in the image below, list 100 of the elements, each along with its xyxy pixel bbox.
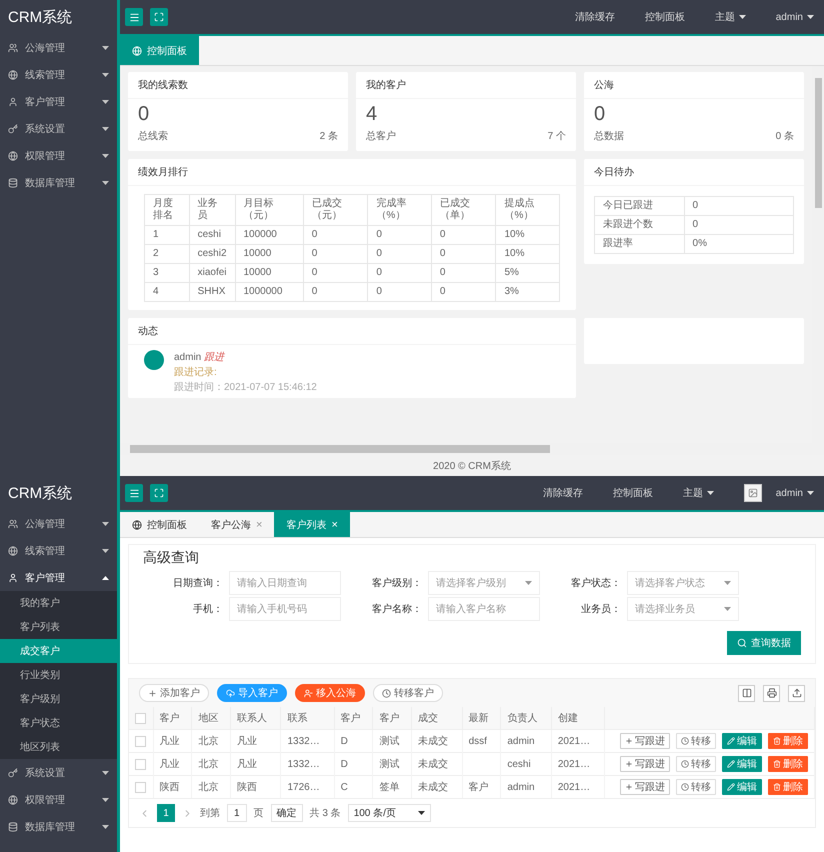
checkbox[interactable] (135, 736, 146, 746)
sidebar-item[interactable]: 数据库管理 (0, 169, 117, 196)
row-action-button[interactable]: 删除 (768, 756, 808, 772)
table-cell: 未成交 (412, 752, 462, 776)
printer-icon (766, 688, 776, 698)
print-button[interactable] (763, 684, 780, 702)
user-icon (8, 572, 18, 582)
table-cell: 未成交 (412, 776, 462, 798)
row-action-button[interactable]: 删除 (768, 733, 808, 749)
sidebar-subitem[interactable]: 客户列表 (0, 615, 117, 639)
sidebar-item[interactable]: 线索管理 (0, 61, 117, 88)
search-icon (737, 638, 747, 648)
plus-icon (625, 760, 633, 768)
header-link[interactable]: 清除缓存 (542, 486, 583, 500)
table-cell: 10000 (235, 264, 304, 282)
caret-icon (102, 522, 109, 526)
header-link[interactable]: 主题 (682, 486, 714, 500)
row-action-button[interactable]: 编辑 (722, 733, 762, 749)
sidebar-subitem[interactable]: 行业类别 (0, 663, 117, 687)
row-action-button[interactable]: 转移 (676, 779, 716, 795)
user-minus-icon (304, 688, 313, 698)
menu-button[interactable] (125, 8, 143, 26)
page-tab[interactable]: 客户公海 × (199, 512, 274, 537)
clock-icon (681, 760, 689, 768)
query-button[interactable]: 查询数据 (727, 631, 801, 655)
row-action-button[interactable]: 编辑 (722, 779, 762, 795)
table-cell: 签单 (372, 776, 412, 798)
table-cell: 北京 (192, 752, 230, 776)
caret-icon (102, 154, 109, 158)
header-link[interactable]: 控制面板 (612, 486, 653, 500)
columns-icon (742, 688, 752, 698)
table-cell: 跟进率 (594, 234, 684, 254)
sidebar-item[interactable]: 数据库管理 (0, 813, 117, 840)
pencil-icon (727, 783, 735, 791)
menu-icon (128, 488, 140, 498)
row-action-button[interactable]: 删除 (768, 779, 808, 795)
table-cell: 10% (496, 244, 560, 264)
table-header: 最新 (462, 707, 501, 730)
sidebar-item[interactable]: 系统设置 (0, 115, 117, 142)
row-action-button[interactable]: 写跟进 (620, 733, 670, 749)
checkbox[interactable] (135, 758, 146, 770)
fullscreen-button[interactable] (150, 8, 168, 26)
header-link[interactable]: 控制面板 (644, 10, 685, 24)
sidebar-item[interactable]: 客户管理 (0, 564, 117, 591)
header-link[interactable]: admin (776, 12, 814, 22)
sidebar-item[interactable]: 线索管理 (0, 537, 117, 564)
row-action-button[interactable]: 编辑 (722, 756, 762, 772)
row-action-button[interactable]: 写跟进 (620, 779, 670, 795)
toolbar-button[interactable]: 转移客户 (373, 684, 443, 702)
caret-icon (418, 811, 425, 815)
globe-icon (8, 794, 18, 804)
globe-icon (8, 150, 18, 160)
sidebar-subitem[interactable]: 客户状态 (0, 711, 117, 735)
sidebar-item[interactable]: 权限管理 (0, 786, 117, 813)
sidebar-item[interactable]: 系统设置 (0, 759, 117, 786)
table-cell: 2021… (551, 730, 604, 752)
sidebar-subitem[interactable]: 地区列表 (0, 735, 117, 759)
table-cell: 0 (368, 226, 432, 244)
card-title: 动态 (128, 318, 576, 345)
row-action-button[interactable]: 转移 (676, 756, 716, 772)
sidebar-subitem[interactable]: 成交客户 (0, 639, 117, 663)
card-title: 绩效月排行 (128, 159, 576, 186)
table-cell: 客户 (462, 776, 501, 798)
sidebar-subitem[interactable]: 我的客户 (0, 591, 117, 615)
sidebar-item[interactable]: 公海管理 (0, 34, 117, 61)
table-cell: C (334, 776, 373, 798)
caret-icon (102, 46, 109, 50)
table-header: 月目标（元） (235, 194, 304, 226)
row-action-button[interactable]: 转移 (676, 733, 716, 749)
tab-close[interactable]: × (331, 518, 338, 530)
page-tab[interactable]: 控制面板 (120, 512, 199, 537)
confirm-button[interactable]: 确定 (270, 804, 303, 822)
page-size-select[interactable]: 100 条/页 (348, 804, 431, 822)
columns-button[interactable] (738, 684, 755, 702)
fullscreen-button[interactable] (150, 484, 168, 502)
sidebar-item[interactable]: 客户管理 (0, 88, 117, 115)
globe-icon (132, 46, 142, 56)
table-header: 提成点（%） (496, 194, 560, 226)
row-action-button[interactable]: 写跟进 (620, 756, 670, 772)
toolbar-button[interactable]: 移入公海 (295, 684, 365, 702)
page-tab[interactable]: 控制面板 (120, 36, 199, 65)
fullscreen-icon (154, 488, 164, 498)
header-link[interactable]: 主题 (714, 10, 746, 24)
header-link[interactable]: 清除缓存 (574, 10, 615, 24)
page-number[interactable]: 1 (157, 804, 175, 822)
sidebar-item[interactable]: 公海管理 (0, 510, 117, 537)
page-input[interactable]: 1 (227, 804, 247, 822)
checkbox[interactable] (135, 782, 146, 792)
table-header: 成交 (412, 707, 462, 730)
table-cell: 0 (368, 264, 432, 282)
sidebar-subitem[interactable]: 客户级别 (0, 687, 117, 711)
page-tab[interactable]: 客户列表 × (274, 512, 350, 537)
menu-button[interactable] (125, 484, 143, 502)
header-link[interactable]: admin (744, 484, 814, 502)
checkbox[interactable] (135, 712, 146, 724)
sidebar-item[interactable]: 权限管理 (0, 142, 117, 169)
toolbar-button[interactable]: 添加客户 (139, 684, 209, 702)
table-header: 联系 (280, 707, 334, 730)
table-header: 创建 (551, 707, 604, 730)
export-button[interactable] (788, 684, 805, 702)
